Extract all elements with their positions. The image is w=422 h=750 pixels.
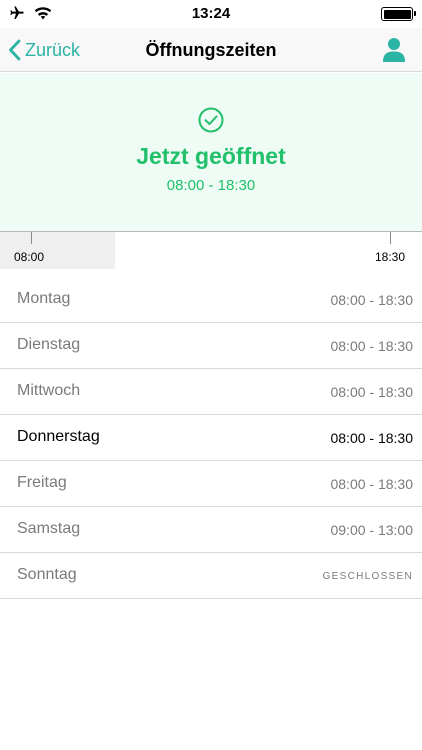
chevron-left-icon <box>9 39 21 61</box>
day-name: Mittwoch <box>17 382 81 399</box>
day-name: Donnerstag <box>17 428 100 445</box>
day-name: Dienstag <box>17 336 81 353</box>
day-hours: 08:00 - 18:30 <box>330 338 413 354</box>
day-name: Samstag <box>17 520 81 537</box>
day-row-freitag: Freitag 08:00 - 18:30 <box>0 461 422 507</box>
day-hours: 08:00 - 18:30 <box>330 476 413 492</box>
day-hours: 08:00 - 18:30 <box>330 430 413 446</box>
day-hours-closed: GESCHLOSSEN <box>322 571 413 582</box>
check-circle-icon <box>198 107 224 133</box>
today-hours: 08:00 - 18:30 <box>166 177 256 194</box>
back-label: Zurück <box>25 39 81 60</box>
day-row-mittwoch: Mittwoch 08:00 - 18:30 <box>0 369 422 415</box>
day-hours: 09:00 - 13:00 <box>330 522 413 538</box>
battery-icon <box>381 7 416 21</box>
timeline-end-label: 18:30 <box>375 250 406 264</box>
back-button[interactable]: Zurück <box>8 36 80 64</box>
navigation-bar: Zurück Öffnungszeiten <box>0 28 422 72</box>
timeline-start-tick <box>31 232 32 244</box>
day-row-montag: Montag 08:00 - 18:30 <box>0 277 422 323</box>
day-name: Montag <box>17 290 71 307</box>
battery-level <box>383 9 411 19</box>
day-name: Sonntag <box>17 566 77 583</box>
day-hours: 08:00 - 18:30 <box>330 384 413 400</box>
day-name: Freitag <box>17 474 67 491</box>
status-bar: 13:24 <box>0 0 422 28</box>
opening-timeline: 08:00 18:30 <box>0 231 422 269</box>
profile-button[interactable] <box>382 37 406 63</box>
timeline-end-tick <box>390 232 391 244</box>
open-status-label: Jetzt geöffnet <box>136 143 286 169</box>
open-status-banner: Jetzt geöffnet 08:00 - 18:30 <box>0 73 422 231</box>
day-row-donnerstag: Donnerstag 08:00 - 18:30 <box>0 415 422 461</box>
weekday-hours-list: Montag 08:00 - 18:30 Dienstag 08:00 - 18… <box>0 277 422 599</box>
day-hours: 08:00 - 18:30 <box>330 292 413 308</box>
profile-icon <box>383 38 405 62</box>
day-row-dienstag: Dienstag 08:00 - 18:30 <box>0 323 422 369</box>
status-time: 13:24 <box>191 5 231 22</box>
day-row-sonntag: Sonntag GESCHLOSSEN <box>0 553 422 599</box>
day-row-samstag: Samstag 09:00 - 13:00 <box>0 507 422 553</box>
timeline-start-label: 08:00 <box>14 250 45 264</box>
